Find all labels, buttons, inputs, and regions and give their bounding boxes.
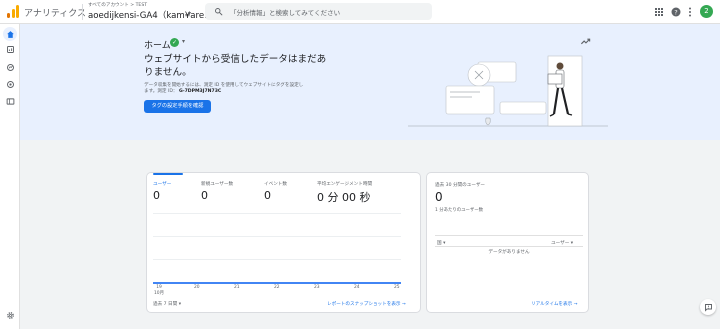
search-placeholder: 「分析情報」と検索してみてください [230,9,341,17]
metric-value: 0 [201,189,208,202]
check-circle-icon[interactable]: ✓ [170,38,179,47]
chart-gridline [153,236,401,237]
x-tick: 20 [194,285,200,290]
advertising-icon [6,80,14,88]
date-range-selector[interactable]: 過去 7 日間 ▾ [153,301,181,307]
x-tick: 25 [394,285,400,290]
realtime-card: 過去 30 分間のユーザー 0 1 分あたりのユーザー数 国 ▾ ユーザー ▾ … [426,172,589,313]
tag-setup-button[interactable]: タグの設定手順を確認 [144,100,211,113]
nav-library[interactable] [3,94,17,108]
app-title[interactable]: アナリティクス [24,6,86,19]
realtime-subtitle: 1 分あたりのユーザー数 [435,208,484,213]
view-realtime-label: リアルタイムを表示 [531,302,573,307]
divider [82,4,83,20]
apps-grid-icon[interactable] [653,6,665,18]
nav-settings[interactable] [3,308,17,322]
chart-gridline [153,259,401,260]
metric-label: イベント数 [264,182,287,187]
metric-users[interactable]: ユーザー 0 [153,181,171,202]
divider [435,235,583,236]
divider [435,246,583,247]
svg-text:?: ? [674,8,677,16]
metric-new-users[interactable]: 新規ユーザー数 0 [201,181,233,202]
arrow-right-icon: → [573,302,578,307]
hero-description-text: データ収集を開始するには、測定 ID を使用してウェブサイトにタグを設定します。… [144,83,304,94]
metric-label: ユーザー [153,182,172,187]
x-tick: 21 [234,285,240,290]
chevron-down-icon: ▾ [178,302,181,307]
explore-icon [6,63,14,71]
nav-advertising[interactable] [3,77,17,91]
property-selector[interactable]: aoedijkensi-GA4（kam¥are… [88,9,213,21]
measurement-id: G-7DPM3J7N73C [178,89,222,94]
x-tick: 22 [274,285,280,290]
help-icon[interactable]: ? [670,6,682,18]
metric-avg-engagement[interactable]: 平均エンゲージメント時間 0 分 00 秒 [317,181,372,205]
hero-heading: ウェブサイトから受信したデータはまだありません。 [144,54,327,78]
hero-illustration [408,55,608,127]
view-snapshot-link[interactable]: レポートのスナップショットを表示 → [327,301,406,307]
realtime-value: 0 [435,190,443,204]
home-icon [6,30,14,38]
search-icon [215,8,223,16]
chevron-down-icon[interactable]: ▾ [182,38,185,45]
x-tick-day: 19 [156,285,162,290]
account-breadcrumb[interactable]: すべてのアカウント > TEST [88,2,147,8]
chart-gridline [153,213,401,214]
realtime-title: 過去 30 分間のユーザー [435,183,486,188]
metric-value: 0 分 00 秒 [317,191,371,204]
hero-description: データ収集を開始するには、測定 ID を使用してウェブサイトにタグを設定します。… [144,83,304,95]
chart-x-axis [153,282,401,284]
search-input[interactable]: 「分析情報」と検索してみてください [205,3,432,20]
x-tick-month: 10月 [154,291,164,296]
x-tick: 23 [314,285,320,290]
x-tick: 19 10月 [154,285,164,296]
nav-home[interactable] [3,27,17,41]
feedback-button[interactable] [700,299,716,315]
metric-value: 0 [153,189,160,202]
library-icon [6,97,14,105]
reports-icon [6,45,14,53]
trending-icon[interactable] [580,36,591,47]
page-title: ホーム [144,41,171,51]
empty-state-text: データがありません [488,250,530,255]
metric-label: 新規ユーザー数 [201,182,234,187]
view-snapshot-label: レポートのスナップショットを表示 [327,302,401,307]
nav-reports[interactable] [3,42,17,56]
left-nav [0,24,20,329]
analytics-logo-icon[interactable] [7,5,19,18]
metric-value: 0 [264,189,271,202]
feedback-icon [704,303,712,312]
metric-label: 平均エンゲージメント時間 [317,182,373,187]
more-vert-icon[interactable] [684,6,696,18]
metric-event-count[interactable]: イベント数 0 [264,181,287,202]
chevron-down-icon[interactable]: ▾ [188,10,191,17]
nav-explore[interactable] [3,60,17,74]
hero-banner: ホーム ✓ ▾ ウェブサイトから受信したデータはまだありません。 データ収集を開… [20,24,720,140]
active-tab-indicator [153,173,183,175]
view-realtime-link[interactable]: リアルタイムを表示 → [531,301,578,307]
x-tick: 24 [354,285,360,290]
avatar[interactable]: 2 [700,5,713,18]
settings-gear-icon [6,311,14,319]
date-range-label: 過去 7 日間 [153,302,178,307]
top-bar: アナリティクス すべてのアカウント > TEST aoedijkensi-GA4… [0,0,720,24]
arrow-right-icon: → [401,302,406,307]
overview-card: ユーザー 0 新規ユーザー数 0 イベント数 0 平均エンゲージメント時間 0 … [146,172,421,313]
